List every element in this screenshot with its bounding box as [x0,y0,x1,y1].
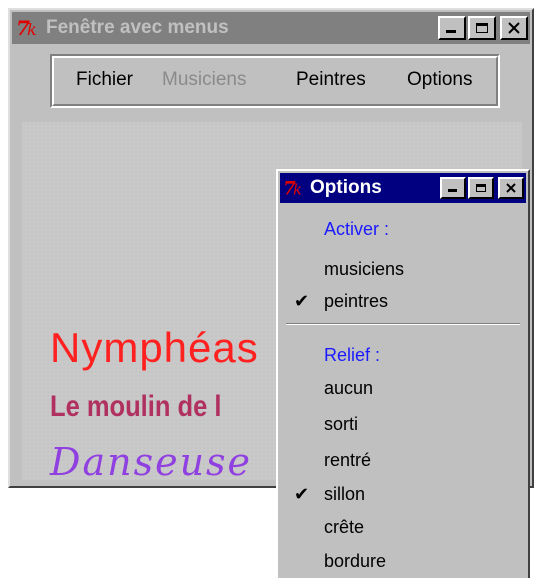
menu-fichier[interactable]: Fichier [76,69,133,91]
main-window-title: Fenêtre avec menus [46,17,229,38]
checkmark-icon: ✔ [294,291,310,311]
canvas-line-nympheas: Nymphéas [50,324,259,371]
option-rentre[interactable]: rentré [324,450,371,471]
options-title-bar[interactable]: 7 k Options [280,173,526,203]
relief-section-label: Relief : [324,345,381,365]
option-musiciens[interactable]: musiciens [324,259,404,280]
menu-separator [286,323,520,325]
canvas-line-danseuse: Danseuse [50,440,253,480]
option-sorti[interactable]: sorti [324,414,358,435]
option-peintres[interactable]: peintres [324,291,388,312]
checkmark-icon: ✔ [294,484,310,504]
close-icon [506,183,516,193]
menu-peintres[interactable]: Peintres [296,69,366,91]
svg-text:k: k [293,182,302,198]
option-sillon[interactable]: sillon [324,484,365,505]
menu-options[interactable]: Options [407,69,472,91]
maximize-icon [476,23,488,33]
activate-section-label: Activer : [324,219,390,239]
options-close-button[interactable] [498,177,524,199]
option-aucun[interactable]: aucun [324,378,373,399]
options-maximize-button[interactable] [468,177,494,199]
options-minimize-button[interactable] [440,177,466,199]
tk-logo-icon[interactable]: 7 k [282,175,308,201]
option-bordure[interactable]: bordure [324,551,386,572]
canvas-line-moulin: Le moulin de l [50,390,222,423]
menu-bar: Fichier Musiciens Peintres Options [50,54,500,108]
option-crete[interactable]: crête [324,517,364,538]
options-window-title: Options [310,177,382,198]
main-title-bar[interactable]: 7 k Fenêtre avec menus [12,12,530,44]
minimize-icon [446,30,456,33]
minimize-icon [448,189,457,192]
options-window: 7 k Options Activer : musiciens ✔ peintr… [276,169,530,578]
menu-musiciens[interactable]: Musiciens [162,69,246,91]
svg-text:k: k [27,20,37,39]
minimize-button[interactable] [438,16,466,40]
maximize-icon [476,184,486,192]
close-icon [508,22,520,34]
maximize-button[interactable] [468,16,496,40]
tk-logo-icon[interactable]: 7 k [14,13,44,43]
close-button[interactable] [500,16,528,40]
